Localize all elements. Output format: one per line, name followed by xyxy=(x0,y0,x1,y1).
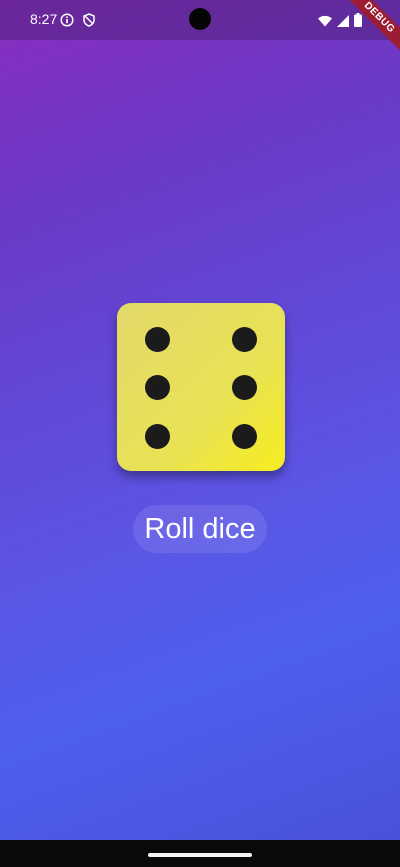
dice-pip xyxy=(232,375,257,400)
dice-face xyxy=(117,303,285,471)
wifi-icon xyxy=(318,12,332,31)
camera-cutout xyxy=(189,8,211,30)
dice-pip xyxy=(145,424,170,449)
roll-dice-button[interactable]: Roll dice xyxy=(133,505,267,553)
info-icon xyxy=(60,12,74,31)
status-time: 8:27 xyxy=(30,11,58,27)
gesture-handle[interactable] xyxy=(148,853,252,857)
navigation-bar xyxy=(0,840,400,867)
dice-pip xyxy=(232,327,257,352)
status-bar: 8:27 DEBUG xyxy=(0,0,400,56)
shield-icon xyxy=(82,12,96,31)
status-right-icons xyxy=(318,12,362,31)
status-left-icons xyxy=(60,12,96,31)
dice-pip xyxy=(145,375,170,400)
app-screen: 8:27 DEBUG Roll dice xyxy=(0,0,400,867)
dice-pip xyxy=(232,424,257,449)
battery-icon xyxy=(354,12,362,31)
dice-pip xyxy=(145,327,170,352)
signal-icon xyxy=(337,12,349,31)
